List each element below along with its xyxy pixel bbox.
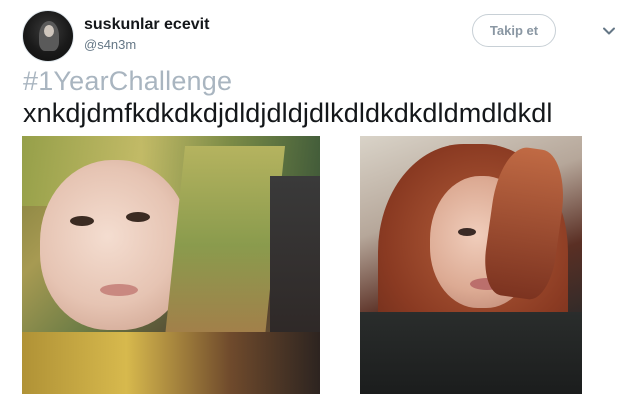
display-name[interactable]: suskunlar ecevit <box>84 16 209 34</box>
photo-sweater <box>360 312 582 394</box>
photo-lips <box>100 284 138 296</box>
profile-avatar[interactable] <box>22 10 74 62</box>
follow-button[interactable]: Takip et <box>472 14 556 47</box>
user-handle[interactable]: @s4n3m <box>84 37 136 52</box>
avatar-face <box>44 25 54 37</box>
photo-eye <box>458 228 476 236</box>
tweet-header: suskunlar ecevit @s4n3m Takip et <box>22 8 622 62</box>
tweet-text: xnkdjdmfkdkdkdjdldjdldjdlkdldkdkdldmdldk… <box>23 98 553 128</box>
chevron-down-icon[interactable] <box>600 22 618 40</box>
photo-scarf-bottom <box>22 332 320 394</box>
photo-eye <box>126 212 150 222</box>
tweet-photo-right[interactable] <box>360 136 582 394</box>
tweet-photo-left[interactable] <box>22 136 320 394</box>
photo-eye <box>70 216 94 226</box>
chevron-down-icon-svg <box>603 27 615 35</box>
hashtag-link[interactable]: #1YearChallenge <box>23 66 232 97</box>
